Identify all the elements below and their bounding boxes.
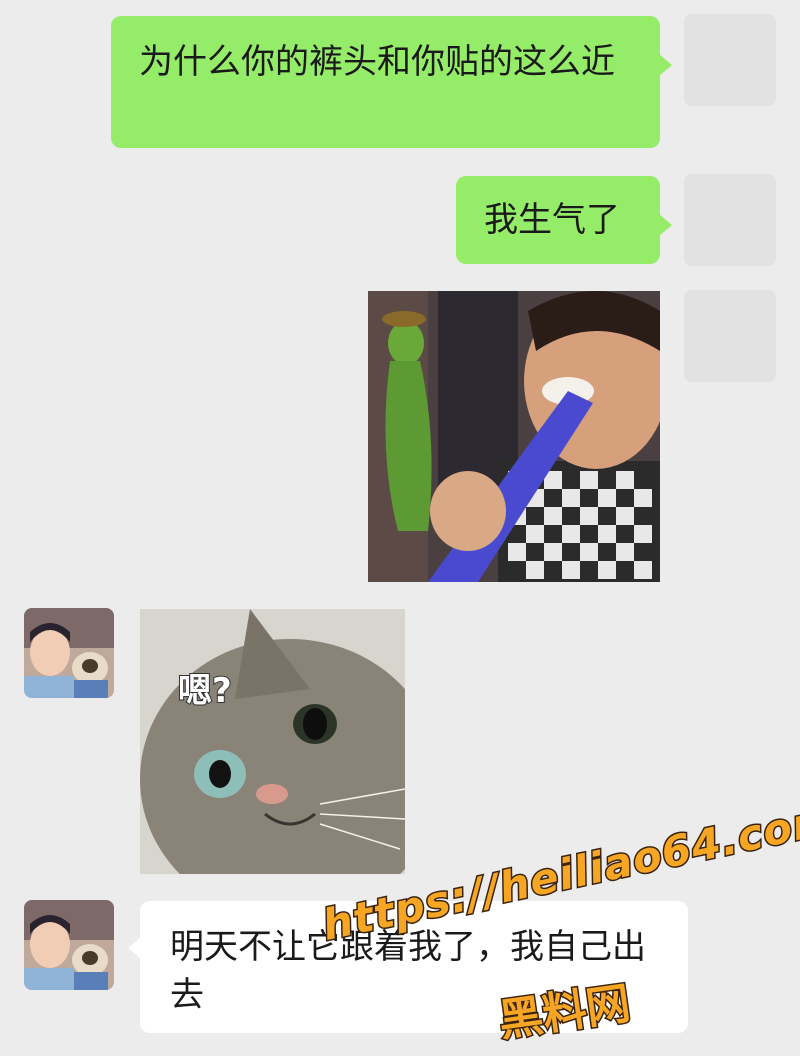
contact-avatar[interactable] [24,900,114,990]
child-with-dog-avatar-icon [24,608,114,698]
message-bubble-sent[interactable]: 我生气了 [456,176,672,264]
self-avatar[interactable] [684,14,776,106]
sticker-image-sent[interactable] [368,291,660,582]
contact-avatar[interactable] [24,608,114,698]
cat-sticker-image[interactable]: 嗯? [140,609,405,874]
sticker-illustration [368,291,660,582]
sticker-caption: 嗯? [177,670,233,712]
message-text: 我生气了 [484,200,620,240]
cat-illustration [140,609,405,874]
message-bubble-sent[interactable]: 为什么你的裤头和你贴的这么近 [111,16,672,148]
child-with-dog-avatar-icon [24,900,114,990]
self-avatar[interactable] [684,290,776,382]
self-avatar[interactable] [684,174,776,266]
message-text: 为什么你的裤头和你贴的这么近 [139,42,615,82]
